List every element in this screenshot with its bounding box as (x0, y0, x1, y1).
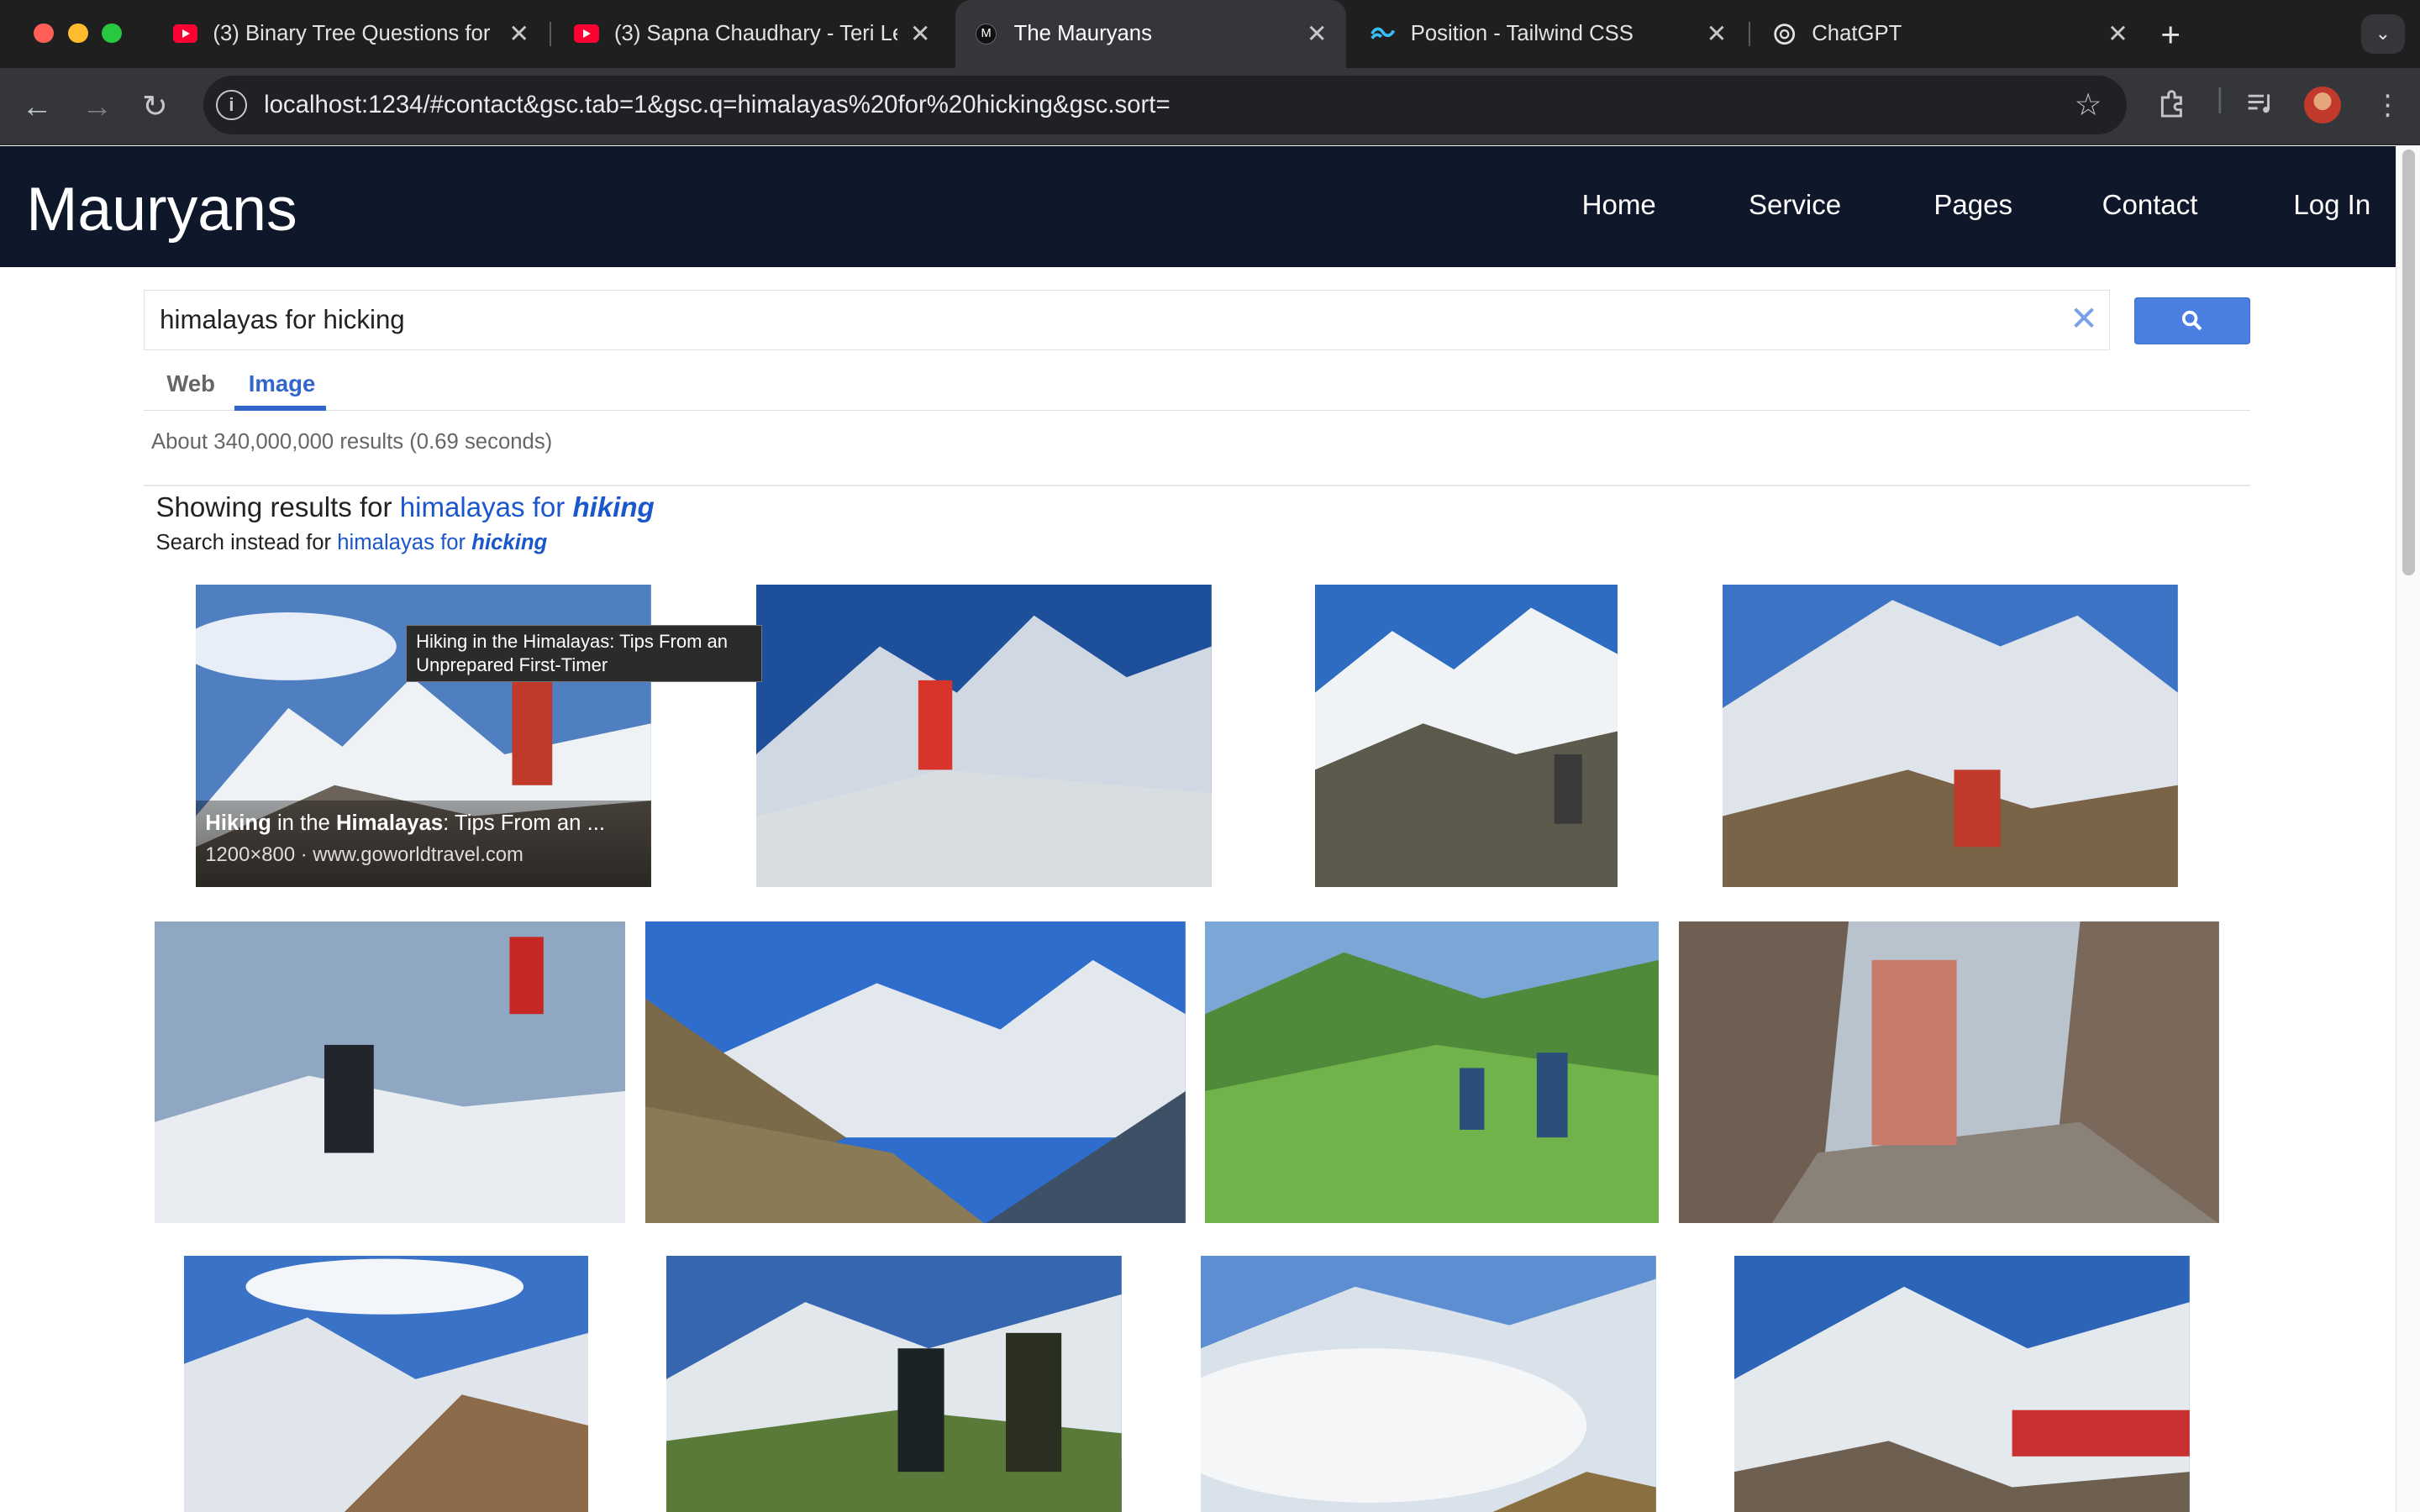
tab-search-button[interactable]: ⌄ (2361, 13, 2405, 55)
site-info-icon[interactable]: i (216, 89, 247, 121)
tab-web[interactable]: Web (166, 370, 215, 397)
profile-avatar[interactable] (2304, 86, 2342, 123)
more-menu-icon[interactable]: ⋮ (2374, 88, 2402, 122)
image-result[interactable] (1205, 921, 1660, 1224)
site-icon: M (974, 22, 998, 46)
forward-arrow-icon[interactable]: → (82, 88, 113, 125)
nav-home[interactable]: Home (1582, 190, 1656, 222)
nav-contact[interactable]: Contact (2102, 190, 2198, 222)
image-result[interactable] (154, 921, 625, 1224)
spelling-correction: Showing results for himalayas for hiking (156, 492, 655, 524)
chatgpt-icon (1772, 22, 1797, 46)
page-viewport: Mauryans Home Service Pages Contact Log … (0, 146, 2396, 1512)
image-result[interactable] (755, 585, 1212, 888)
minimize-window-button[interactable] (67, 23, 88, 44)
tab-title: (3) Sapna Chaudhary - Teri Le (613, 21, 898, 45)
browser-tab-bar: (3) Binary Tree Questions for ✕ (3) Sapn… (0, 0, 2420, 68)
image-tooltip: Hiking in the Himalayas: Tips From an Un… (406, 624, 763, 682)
browser-tab-1[interactable]: (3) Binary Tree Questions for ✕ (155, 0, 548, 68)
corrected-query-bold: hiking (572, 491, 655, 523)
instead-prefix: Search instead for (155, 530, 332, 554)
site-logo[interactable]: Mauryans (26, 173, 297, 244)
image-result[interactable] (1679, 921, 2220, 1224)
browser-toolbar: ← → ↻ i localhost:1234/#contact&gsc.tab=… (0, 67, 2420, 145)
browser-tab-2[interactable]: (3) Sapna Chaudhary - Teri Le ✕ (555, 0, 949, 68)
original-query-link[interactable]: himalayas for hicking (337, 531, 547, 554)
image-caption: Hiking in the Himalayas: Tips From an ..… (196, 801, 652, 888)
selected-tab-indicator (234, 406, 326, 411)
page-scrollbar[interactable] (2395, 146, 2420, 1512)
youtube-icon (172, 22, 198, 46)
new-tab-button[interactable]: + (2160, 15, 2181, 55)
youtube-icon (574, 22, 599, 46)
browser-tab-4[interactable]: Position - Tailwind CSS ✕ (1352, 0, 1745, 68)
image-result[interactable] (1734, 1256, 2191, 1512)
showing-prefix: Showing results for (155, 491, 392, 523)
divider (143, 484, 2250, 486)
search-input[interactable] (160, 304, 2012, 335)
tab-image[interactable]: Image (249, 370, 316, 397)
original-query-bold: hicking (471, 530, 548, 554)
image-meta: 1200×800 · www.goworldtravel.com (205, 843, 523, 867)
close-window-button[interactable] (34, 23, 55, 44)
close-icon[interactable]: ✕ (1307, 19, 1328, 49)
image-result[interactable] (1200, 1256, 1656, 1512)
address-bar[interactable]: i localhost:1234/#contact&gsc.tab=1&gsc.… (203, 75, 2127, 134)
scrollbar-thumb[interactable] (2402, 150, 2415, 576)
browser-tab-5[interactable]: ChatGPT ✕ (1753, 0, 2146, 68)
close-icon[interactable]: ✕ (910, 19, 931, 49)
nav-service[interactable]: Service (1749, 190, 1841, 222)
image-result[interactable] (183, 1256, 588, 1512)
bookmark-star-icon[interactable]: ☆ (2075, 87, 2102, 123)
tab-divider (1748, 21, 1750, 47)
corrected-query-text: himalayas for (399, 491, 573, 523)
url-text[interactable]: localhost:1234/#contact&gsc.tab=1&gsc.q=… (264, 91, 1171, 119)
original-query-text: himalayas for (337, 530, 472, 554)
browser-tab-3[interactable]: M The Mauryans ✕ (955, 0, 1346, 68)
image-result[interactable] (1314, 585, 1618, 888)
clear-icon[interactable]: ✕ (2070, 298, 2098, 339)
tab-divider (549, 21, 551, 47)
result-tabs: Web Image (143, 352, 2250, 411)
result-count: About 340,000,000 results (0.69 seconds) (150, 430, 553, 454)
search-icon (2182, 311, 2202, 331)
close-icon[interactable]: ✕ (2107, 19, 2128, 49)
search-button[interactable] (2134, 297, 2250, 344)
nav-pages[interactable]: Pages (1933, 190, 2012, 222)
close-icon[interactable]: ✕ (508, 19, 529, 49)
media-control-icon[interactable] (2245, 88, 2276, 127)
tab-title: The Mauryans (1013, 21, 1152, 45)
tab-title: Position - Tailwind CSS (1410, 21, 1634, 45)
site-header: Mauryans Home Service Pages Contact Log … (0, 146, 2396, 267)
tab-title: ChatGPT (1812, 21, 1902, 45)
reload-icon[interactable]: ↻ (142, 88, 168, 125)
image-result[interactable] (644, 921, 1186, 1224)
search-box: ✕ (143, 290, 2110, 350)
image-result[interactable] (666, 1256, 1123, 1512)
tab-title: (3) Binary Tree Questions for (213, 21, 491, 45)
tailwind-icon (1370, 22, 1396, 46)
extensions-icon[interactable] (2156, 88, 2187, 127)
image-result[interactable] (1722, 585, 2178, 888)
toolbar-divider: | (2216, 83, 2224, 115)
corrected-query-link[interactable]: himalayas for hiking (400, 492, 655, 523)
close-icon[interactable]: ✕ (1707, 19, 1728, 49)
nav-login[interactable]: Log In (2293, 190, 2370, 222)
maximize-window-button[interactable] (102, 23, 123, 44)
search-instead: Search instead for himalayas for hicking (156, 531, 548, 555)
image-title: Hiking in the Himalayas: Tips From an ..… (205, 811, 605, 836)
back-arrow-icon[interactable]: ← (22, 88, 53, 125)
